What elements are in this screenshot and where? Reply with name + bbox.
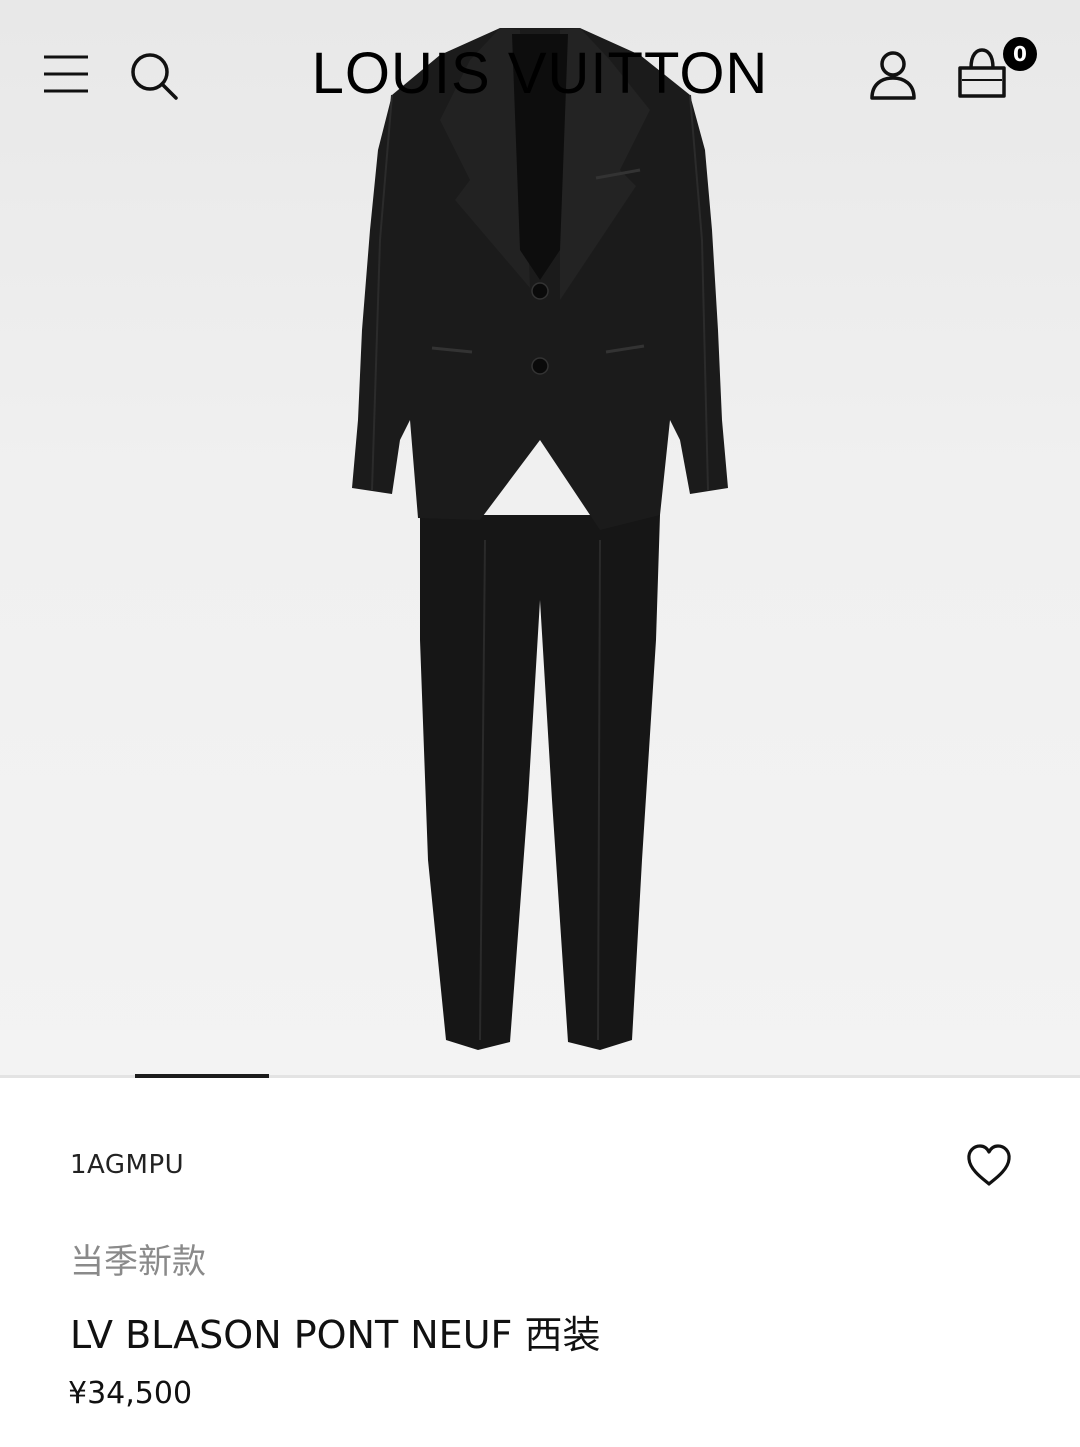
product-sku: 1AGMPU: [70, 1150, 185, 1180]
top-navigation: LOUIS VUITTON 0: [0, 0, 1080, 150]
product-price: ¥34,500: [68, 1376, 193, 1411]
brand-logo[interactable]: LOUIS VUITTON: [310, 38, 770, 110]
search-icon[interactable]: [128, 50, 180, 102]
account-icon[interactable]: [866, 48, 920, 102]
heart-icon[interactable]: [964, 1140, 1014, 1190]
season-tag: 当季新款: [70, 1242, 206, 1282]
carousel-indicator-active[interactable]: [135, 1074, 269, 1078]
suit-illustration: [352, 28, 728, 1050]
bag-count-badge: 0: [1003, 37, 1037, 71]
product-image[interactable]: [0, 0, 1080, 1076]
menu-icon[interactable]: [42, 52, 90, 96]
product-name: LV BLASON PONT NEUF 西装: [70, 1313, 601, 1357]
